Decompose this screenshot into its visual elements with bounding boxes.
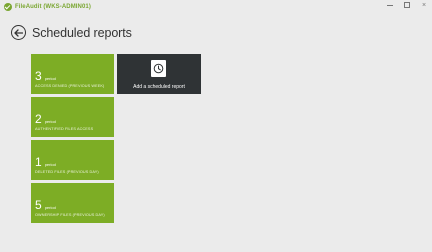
add-scheduled-report-button[interactable]: Add a scheduled report: [117, 54, 201, 94]
report-count-row: 5 period: [35, 199, 56, 211]
report-count-row: 3 period: [35, 70, 56, 82]
report-unit: period: [44, 162, 56, 167]
close-button[interactable]: ×: [420, 2, 428, 10]
app-logo-icon: [4, 3, 12, 11]
report-description: ACCESS DENIED (PREVIOUS WEEK): [35, 84, 105, 88]
report-description: OWNERSHIP FILES (PREVIOUS DAY): [35, 213, 105, 217]
report-unit: period: [44, 205, 56, 210]
report-tile-deleted-files[interactable]: 1 period DELETED FILES (PREVIOUS DAY): [31, 140, 114, 180]
app-title: FileAudit (WKS-ADMIN01): [15, 4, 91, 10]
report-tile-authentified-files[interactable]: 2 period AUTHENTIFIED FILES ACCESS: [31, 97, 114, 137]
restore-button[interactable]: [403, 2, 411, 10]
report-count-row: 1 period: [35, 156, 56, 168]
page-header: Scheduled reports: [11, 25, 132, 40]
minimize-icon: [387, 4, 393, 6]
report-count: 3: [35, 69, 42, 83]
report-count: 1: [35, 155, 42, 169]
report-tile-access-denied[interactable]: 3 period ACCESS DENIED (PREVIOUS WEEK): [31, 54, 114, 94]
report-unit: period: [44, 76, 56, 81]
report-count: 2: [35, 112, 42, 126]
report-description: AUTHENTIFIED FILES ACCESS: [35, 127, 94, 131]
report-count: 5: [35, 198, 42, 212]
window-controls: ×: [386, 2, 428, 10]
restore-icon: [404, 2, 410, 9]
report-clock-icon: [151, 60, 166, 77]
minimize-button[interactable]: [386, 2, 394, 10]
page-title: Scheduled reports: [32, 25, 132, 40]
report-count-row: 2 period: [35, 113, 56, 125]
add-report-label: Add a scheduled report: [133, 84, 185, 90]
report-tile-ownership-files[interactable]: 5 period OWNERSHIP FILES (PREVIOUS DAY): [31, 183, 114, 223]
clock-icon: [153, 63, 164, 74]
arrow-left-icon: [14, 28, 23, 37]
report-description: DELETED FILES (PREVIOUS DAY): [35, 170, 99, 174]
title-bar: FileAudit (WKS-ADMIN01) ×: [0, 0, 432, 14]
back-button[interactable]: [11, 25, 26, 40]
report-unit: period: [44, 119, 56, 124]
